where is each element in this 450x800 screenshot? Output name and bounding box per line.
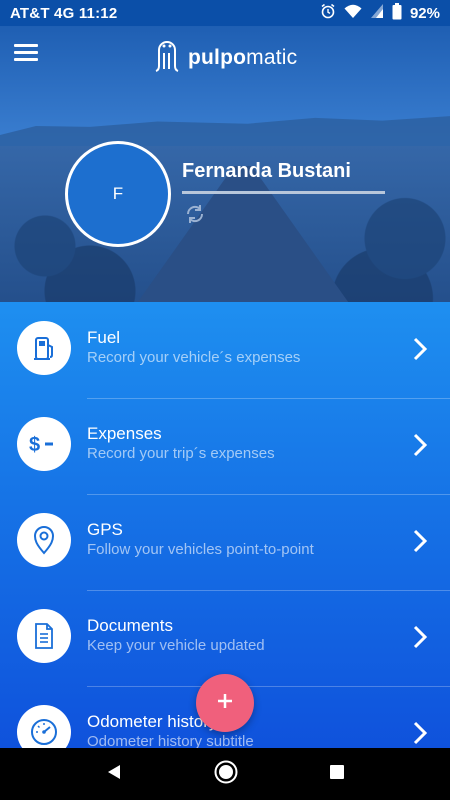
menu-item-subtitle: Record your vehicle´s expenses [87, 349, 301, 366]
user-name: Fernanda Bustani [182, 160, 351, 182]
signal-icon [370, 3, 384, 23]
back-icon[interactable] [105, 763, 123, 786]
home-icon[interactable] [213, 759, 239, 790]
menu-item-fuel[interactable]: Fuel Record your vehicle´s expenses [0, 302, 450, 399]
brand-name: pulpomatic [188, 45, 298, 69]
status-bar: AT&T 4G 11:12 92% [0, 0, 450, 26]
status-left: AT&T 4G 11:12 [10, 5, 320, 22]
chevron-right-icon [412, 528, 428, 554]
avatar-initial: F [112, 184, 124, 203]
sync-icon[interactable] [183, 202, 207, 226]
profile-header: pulpomatic F Fernanda Bustani [0, 26, 450, 302]
menu-item-subtitle: Record your trip´s expenses [87, 445, 275, 462]
app-logo: pulpomatic [152, 36, 297, 79]
speedometer-icon [17, 705, 71, 748]
plus-icon [216, 692, 234, 715]
clock: 11:12 [78, 4, 118, 22]
fuel-pump-icon [17, 321, 71, 375]
battery-icon [392, 2, 402, 24]
menu-item-expenses[interactable]: $ Expenses Record your trip´s expenses [0, 398, 450, 495]
avatar[interactable]: F [65, 141, 171, 247]
menu-item-documents[interactable]: Documents Keep your vehicle updated [0, 590, 450, 687]
chevron-right-icon [412, 336, 428, 362]
chevron-right-icon [412, 720, 428, 746]
recents-icon[interactable] [329, 764, 345, 785]
alarm-icon [320, 3, 336, 23]
menu-item-title: Documents [87, 616, 173, 635]
menu-item-subtitle: Keep your vehicle updated [87, 637, 265, 654]
chevron-right-icon [412, 432, 428, 458]
status-right: 92% [320, 2, 440, 24]
hamburger-menu-icon[interactable] [14, 44, 38, 64]
battery-percent: 92% [409, 4, 440, 22]
dollar-icon: $ [17, 417, 71, 471]
system-nav-bar [0, 748, 450, 800]
menu-item-subtitle: Follow your vehicles point-to-point [87, 541, 314, 558]
octopus-logo-icon [152, 36, 182, 79]
menu-item-subtitle: Odometer history subtitle [87, 733, 254, 748]
location-pin-icon [17, 513, 71, 567]
menu-item-gps[interactable]: GPS Follow your vehicles point-to-point [0, 494, 450, 591]
svg-text:$: $ [29, 434, 40, 456]
user-divider [182, 191, 385, 194]
menu-item-title: Expenses [87, 424, 162, 443]
add-fab-button[interactable] [196, 674, 254, 732]
chevron-right-icon [412, 624, 428, 650]
carrier-label: AT&T 4G [10, 4, 75, 22]
menu-item-title: GPS [87, 520, 123, 539]
document-icon [17, 609, 71, 663]
menu-item-title: Fuel [87, 328, 121, 347]
wifi-icon [344, 3, 362, 23]
